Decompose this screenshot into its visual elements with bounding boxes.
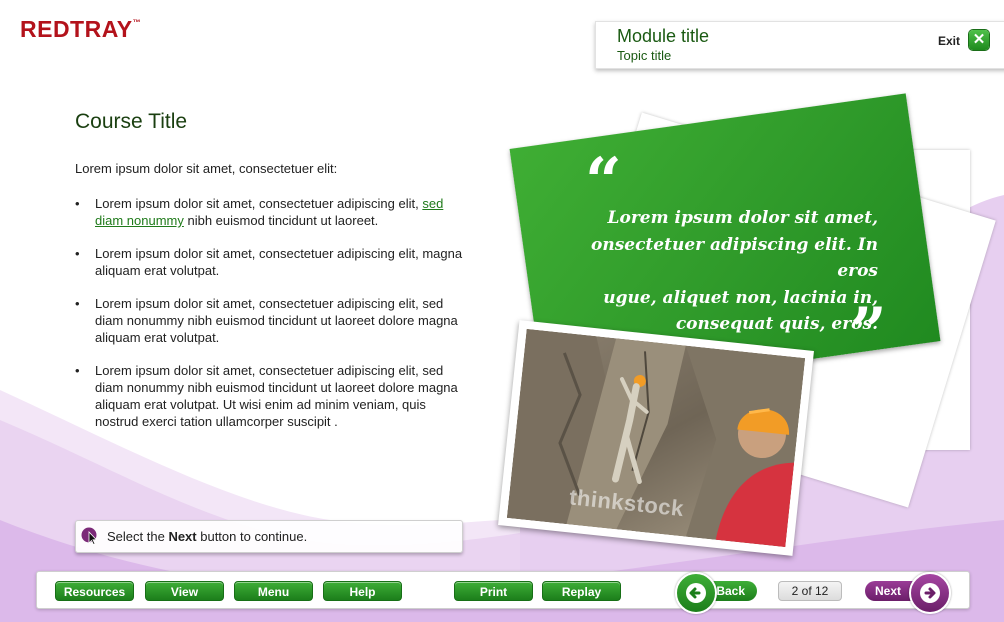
view-button[interactable]: View — [145, 581, 224, 601]
replay-button[interactable]: Replay — [542, 581, 621, 601]
resources-button[interactable]: Resources — [55, 581, 134, 601]
next-arrow-icon[interactable] — [909, 572, 951, 614]
climber-photo: thinkstock — [498, 320, 814, 556]
navigation-toolbar: Resources View Menu Help Print Replay Ba… — [36, 571, 970, 614]
help-button[interactable]: Help — [323, 581, 402, 601]
course-title: Course Title — [75, 110, 188, 133]
list-item: Lorem ipsum dolor sit amet, consectetuer… — [75, 295, 470, 346]
quote-text: Lorem ipsum dolor sit amet, onsectetuer … — [591, 208, 878, 334]
exit-button[interactable]: ✕ — [969, 30, 989, 50]
menu-button[interactable]: Menu — [234, 581, 313, 601]
cursor-hint-icon — [81, 527, 98, 545]
topic-title: Topic title — [617, 48, 672, 63]
list-item: Lorem ipsum dolor sit amet, consectetuer… — [75, 195, 470, 229]
list-item: Lorem ipsum dolor sit amet, consectetuer… — [75, 245, 470, 279]
instruction-box: Select the Next button to continue. — [75, 520, 463, 553]
bullet-list: Lorem ipsum dolor sit amet, consectetuer… — [75, 195, 470, 446]
module-header: Module title Topic title Exit ✕ — [595, 21, 1004, 69]
exit-label[interactable]: Exit — [938, 34, 960, 48]
intro-text: Lorem ipsum dolor sit amet, consectetuer… — [75, 161, 338, 176]
print-button[interactable]: Print — [454, 581, 533, 601]
close-icon: ✕ — [972, 31, 986, 48]
close-quote-icon: ” — [850, 294, 887, 369]
list-item: Lorem ipsum dolor sit amet, consectetuer… — [75, 362, 470, 430]
back-arrow-icon[interactable] — [675, 572, 717, 614]
page-indicator: 2 of 12 — [778, 581, 842, 601]
instruction-text: Select the Next button to continue. — [107, 529, 308, 544]
module-title: Module title — [617, 26, 710, 46]
redtray-logo: REDTRAY™ — [20, 16, 142, 42]
